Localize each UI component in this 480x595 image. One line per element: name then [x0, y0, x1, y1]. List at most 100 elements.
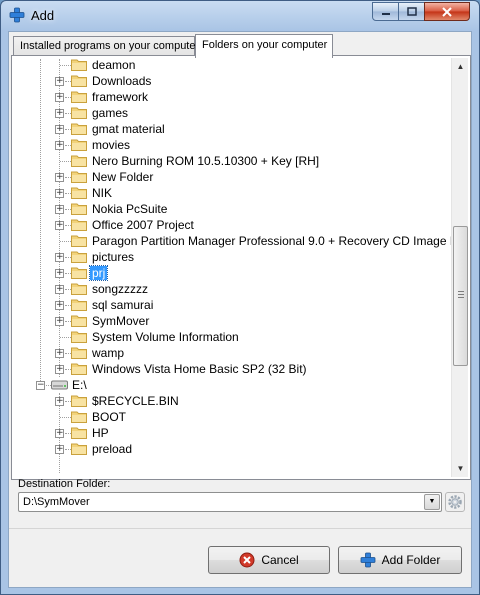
tree-folder-node[interactable]: + wamp [15, 345, 445, 361]
scroll-up-arrow-icon[interactable]: ▲ [452, 58, 469, 75]
tree-folder-node[interactable]: + framework [15, 89, 445, 105]
tree-node-label: Nero Burning ROM 10.5.10300 + Key [RH] [92, 154, 320, 168]
tree-node-label: pictures [92, 250, 135, 264]
settings-button[interactable] [445, 492, 465, 512]
tree-node-label: E:\ [72, 378, 87, 392]
destination-folder-combo[interactable]: D:\SymMover ▼ [18, 492, 442, 512]
tab-folders[interactable]: Folders on your computer [195, 34, 333, 58]
folder-icon [71, 75, 87, 87]
add-folder-button[interactable]: Add Folder [338, 546, 462, 574]
expand-toggle-icon[interactable]: + [55, 317, 64, 326]
folder-icon [71, 235, 87, 247]
tree-node-label: prj [88, 265, 109, 281]
cancel-button-label: Cancel [261, 553, 299, 567]
folder-icon [71, 411, 87, 423]
tree-node-label: preload [92, 442, 133, 456]
tree-folder-node[interactable]: + sql samurai [15, 297, 445, 313]
expand-toggle-icon[interactable]: + [55, 253, 64, 262]
folder-tree[interactable]: deamon + Downloads + framework + games + gmat ma… [15, 59, 465, 477]
expand-toggle-icon[interactable]: + [55, 205, 64, 214]
add-folder-button-label: Add Folder [381, 553, 441, 567]
add-dialog-window: Add Installed programs on your computer … [0, 0, 480, 595]
folder-icon [71, 347, 87, 359]
collapse-toggle-icon[interactable]: − [36, 381, 45, 390]
expand-toggle-icon[interactable]: + [55, 173, 64, 182]
tree-folder-node[interactable]: Paragon Partition Manager Professional 9… [15, 233, 465, 249]
expand-toggle-icon[interactable]: + [55, 269, 64, 278]
tree-folder-node[interactable]: + gmat material [15, 121, 445, 137]
expand-toggle-icon[interactable]: + [55, 77, 64, 86]
cancel-icon [239, 552, 255, 568]
tree-folder-node[interactable]: + $RECYCLE.BIN [15, 393, 445, 409]
tree-folder-node[interactable]: + movies [15, 137, 445, 153]
dialog-client-area: Installed programs on your computer Fold… [8, 31, 472, 588]
expand-toggle-icon[interactable]: + [55, 349, 64, 358]
tab-installed-programs[interactable]: Installed programs on your computer [13, 36, 199, 56]
tree-folder-node[interactable]: + Nokia PcSuite [15, 201, 445, 217]
folder-icon [71, 283, 87, 295]
tree-node-label: Windows Vista Home Basic SP2 (32 Bit) [92, 362, 307, 376]
expand-toggle-icon[interactable]: + [55, 365, 64, 374]
tree-folder-node[interactable]: deamon [15, 59, 445, 73]
folder-icon [71, 139, 87, 151]
folder-icon [71, 59, 87, 71]
grip-line [458, 297, 464, 298]
tree-folder-node[interactable]: + Downloads [15, 73, 445, 89]
expand-toggle-icon[interactable]: + [55, 301, 64, 310]
tree-node-label: $RECYCLE.BIN [92, 394, 179, 408]
folder-icon [71, 219, 87, 231]
minimize-icon [381, 12, 390, 15]
expand-toggle-icon[interactable]: + [55, 285, 64, 294]
tree-node-label: movies [92, 138, 131, 152]
tree-folder-node[interactable]: + songzzzzz [15, 281, 445, 297]
tree-folder-node[interactable]: Nero Burning ROM 10.5.10300 + Key [RH] [15, 153, 445, 169]
chevron-down-icon[interactable]: ▼ [424, 494, 440, 510]
close-button[interactable] [424, 2, 470, 21]
tree-folder-node[interactable]: + New Folder [15, 169, 445, 185]
folder-icon [71, 251, 87, 263]
tree-folder-node[interactable]: + pictures [15, 249, 445, 265]
tree-node-label: Nokia PcSuite [92, 202, 168, 216]
maximize-button[interactable] [398, 2, 425, 21]
expand-toggle-icon[interactable]: + [55, 125, 64, 134]
tree-folder-node[interactable]: + Windows Vista Home Basic SP2 (32 Bit) [15, 361, 445, 377]
tree-node-label: wamp [92, 346, 125, 360]
divider [9, 528, 471, 529]
folder-icon [71, 155, 87, 167]
tree-node-label: Paragon Partition Manager Professional 9… [92, 234, 465, 248]
tree-drive-node[interactable]: − E:\ [15, 377, 445, 393]
folder-icon [71, 443, 87, 455]
expand-toggle-icon[interactable]: + [55, 397, 64, 406]
expand-toggle-icon[interactable]: + [55, 141, 64, 150]
expand-toggle-icon[interactable]: + [55, 109, 64, 118]
drive-icon [51, 380, 68, 390]
tree-folder-node[interactable]: + NIK [15, 185, 445, 201]
tree-folder-node[interactable]: + SymMover [15, 313, 445, 329]
expand-toggle-icon[interactable]: + [55, 445, 64, 454]
expand-toggle-icon[interactable]: + [55, 93, 64, 102]
scroll-down-arrow-icon[interactable]: ▼ [452, 460, 469, 477]
folder-icon [71, 267, 87, 279]
tree-folder-node[interactable]: + preload [15, 441, 445, 457]
folder-icon [71, 91, 87, 103]
tree-vertical-scrollbar[interactable]: ▲ ▼ [451, 58, 468, 477]
destination-folder-label: Destination Folder: [18, 478, 111, 490]
tree-guide-line [60, 337, 71, 338]
cancel-button[interactable]: Cancel [208, 546, 330, 574]
tree-folder-node[interactable]: + HP [15, 425, 445, 441]
tree-folder-node[interactable]: + games [15, 105, 445, 121]
expand-toggle-icon[interactable]: + [55, 221, 64, 230]
expand-toggle-icon[interactable]: + [55, 189, 64, 198]
tree-node-label: New Folder [92, 170, 154, 184]
expand-toggle-icon[interactable]: + [55, 429, 64, 438]
tree-folder-node[interactable]: System Volume Information [15, 329, 445, 345]
tree-node-label: framework [92, 90, 149, 104]
tree-guide-line [60, 417, 71, 418]
tree-folder-node[interactable]: + prj [15, 265, 445, 281]
title-bar[interactable]: Add [1, 1, 479, 31]
scroll-thumb[interactable] [453, 226, 468, 366]
tree-folder-node[interactable]: + Office 2007 Project [15, 217, 445, 233]
tree-node-label: deamon [92, 59, 136, 72]
minimize-button[interactable] [372, 2, 399, 21]
tree-folder-node[interactable]: BOOT [15, 409, 445, 425]
